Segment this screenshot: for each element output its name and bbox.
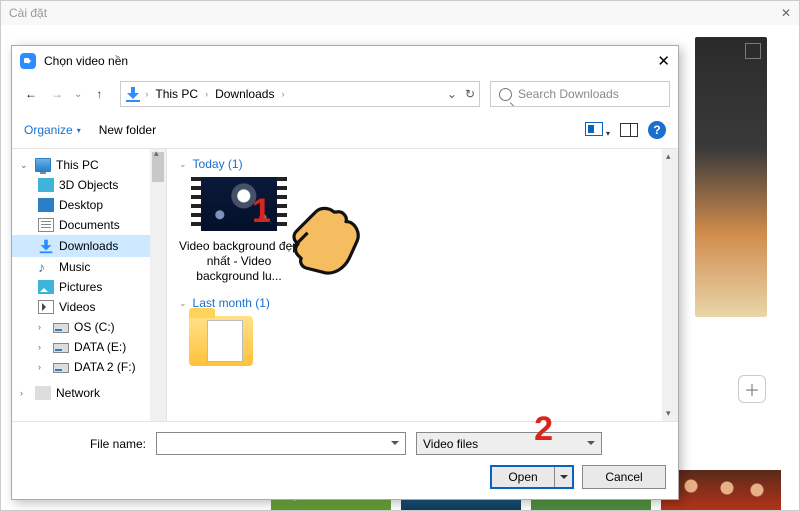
file-name-input[interactable] <box>156 432 406 455</box>
file-open-dialog: Chọn video nền ✕ ← → ⌄ ↑ › This PC › Dow… <box>11 45 679 500</box>
dialog-titlebar: Chọn video nền ✕ <box>12 46 678 76</box>
file-type-select[interactable]: Video files <box>416 432 602 455</box>
pictures-icon <box>38 280 54 294</box>
dialog-title: Chọn video nền <box>44 54 128 68</box>
videos-icon <box>38 300 54 314</box>
dialog-close-button[interactable]: ✕ <box>657 52 670 70</box>
settings-close-icon[interactable]: ✕ <box>781 6 791 20</box>
nav-back-button[interactable]: ← <box>20 83 42 105</box>
settings-title: Cài đặt <box>9 6 47 20</box>
tree-item-documents[interactable]: Documents <box>12 215 166 235</box>
file-item[interactable]: Video background đẹp nhất - Video backgr… <box>179 177 299 284</box>
toolbar: Organize ▾ New folder ▾ ? <box>12 112 678 148</box>
search-placeholder: Search Downloads <box>518 87 619 101</box>
tree-scrollbar[interactable]: ▴ <box>150 149 166 421</box>
preview-pane-button[interactable] <box>620 123 638 137</box>
tree-item-desktop[interactable]: Desktop <box>12 195 166 215</box>
new-folder-button[interactable]: New folder <box>99 123 156 137</box>
search-icon <box>499 88 512 101</box>
breadcrumb-root[interactable]: This PC <box>152 87 201 101</box>
cancel-button[interactable]: Cancel <box>582 465 666 489</box>
group-header-last-month[interactable]: ⌄ Last month (1) <box>179 296 666 310</box>
background-preview-thumbnail[interactable] <box>695 37 767 317</box>
tree-item-this-pc[interactable]: ⌄ This PC <box>12 155 166 175</box>
tree-item-network[interactable]: › Network <box>12 383 166 403</box>
file-list: ⌄ Today (1) Video background đẹp nhất - … <box>167 149 678 421</box>
drive-icon <box>53 343 69 353</box>
folder-tree: ⌄ This PC 3D Objects Desktop Documents <box>12 149 167 421</box>
downloads-icon <box>39 239 53 253</box>
drive-icon <box>53 363 69 373</box>
downloads-icon <box>125 86 141 102</box>
add-background-button[interactable]: ＋ <box>738 375 766 403</box>
group-header-today[interactable]: ⌄ Today (1) <box>179 157 666 171</box>
help-button[interactable]: ? <box>648 121 666 139</box>
network-icon <box>35 386 51 400</box>
navigation-bar: ← → ⌄ ↑ › This PC › Downloads › ⌄ ↻ <box>12 76 678 112</box>
nav-forward-button[interactable]: → <box>46 83 68 105</box>
tree-item-os-c[interactable]: › OS (C:) <box>12 317 166 337</box>
drive-icon <box>53 323 69 333</box>
file-name-label: Video background đẹp nhất - Video backgr… <box>179 239 299 284</box>
nav-history-dropdown[interactable]: ⌄ <box>74 89 82 100</box>
file-name-label: File name: <box>76 437 146 451</box>
content-scrollbar[interactable]: ▴▾ <box>662 149 678 421</box>
settings-window: Cài đặt ✕ ＋ Chọn video nền ✕ ← → <box>0 0 800 511</box>
address-refresh-button[interactable]: ↻ <box>465 87 475 101</box>
3d-objects-icon <box>38 178 54 192</box>
tree-item-downloads[interactable]: Downloads <box>12 235 166 257</box>
tree-item-music[interactable]: ♪ Music <box>12 257 166 277</box>
breadcrumb-current[interactable]: Downloads <box>212 87 277 101</box>
dialog-footer: File name: Video files 2 Open Cancel <box>12 421 678 499</box>
music-icon: ♪ <box>38 260 54 274</box>
folder-icon <box>189 316 253 366</box>
background-thumbnail[interactable] <box>661 470 781 510</box>
file-item[interactable] <box>179 316 263 366</box>
video-thumbnail-icon <box>191 177 287 231</box>
tree-item-videos[interactable]: Videos <box>12 297 166 317</box>
tree-item-data-f[interactable]: › DATA 2 (F:) <box>12 357 166 377</box>
chevron-down-icon: ▾ <box>77 126 81 135</box>
nav-up-button[interactable]: ↑ <box>88 83 110 105</box>
view-mode-button[interactable]: ▾ <box>585 122 610 139</box>
settings-titlebar: Cài đặt ✕ <box>1 1 799 25</box>
tree-item-pictures[interactable]: Pictures <box>12 277 166 297</box>
open-dropdown-icon[interactable] <box>554 467 572 487</box>
open-button[interactable]: Open <box>490 465 574 489</box>
tree-item-3d-objects[interactable]: 3D Objects <box>12 175 166 195</box>
documents-icon <box>38 218 54 232</box>
search-input[interactable]: Search Downloads <box>490 81 670 107</box>
address-bar[interactable]: › This PC › Downloads › ⌄ ↻ <box>120 81 480 107</box>
tree-item-data-e[interactable]: › DATA (E:) <box>12 337 166 357</box>
address-dropdown-icon[interactable]: ⌄ <box>447 87 457 101</box>
desktop-icon <box>38 198 54 212</box>
zoom-app-icon <box>20 53 36 69</box>
organize-menu[interactable]: Organize ▾ <box>24 123 81 137</box>
pc-icon <box>35 158 51 172</box>
